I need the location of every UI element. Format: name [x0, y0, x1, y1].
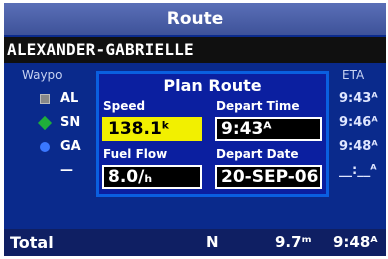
window-title: Route [4, 3, 386, 35]
fuel-flow-label: Fuel Flow [103, 147, 168, 161]
speed-label: Speed [103, 99, 146, 113]
route-name[interactable]: ALEXANDER-GABRIELLE [4, 37, 386, 63]
depart-time-field[interactable]: 9:43ᴬ [215, 117, 322, 141]
waypoint-eta: 9:43ᴬ [339, 91, 378, 106]
depart-date-label: Depart Date [216, 147, 299, 161]
waypoint-name: GA [60, 139, 81, 154]
waypoint-circle-icon [40, 142, 50, 152]
total-label: Total [10, 233, 54, 252]
column-header-waypoint: Waypo [22, 68, 63, 82]
fuel-flow-field[interactable]: 8.0/ₕ [102, 165, 202, 189]
total-eta: 9:48ᴬ [333, 233, 378, 251]
waypoint-name: SN [60, 115, 81, 130]
plan-route-dialog: Plan Route Speed 138.1ᵏ Depart Time 9:43… [96, 71, 329, 197]
total-row: Total N 9.7ᵐ 9:48ᴬ [4, 229, 386, 256]
plan-route-title: Plan Route [163, 76, 262, 95]
total-distance: 9.7ᵐ [275, 233, 312, 251]
column-header-eta: ETA [342, 68, 365, 82]
route-screen: Route ALEXANDER-GABRIELLE Waypo ETA AL 9… [4, 3, 386, 256]
empty-waypoint-eta: __:__ᴬ [339, 163, 377, 178]
empty-waypoint-name: — [60, 163, 73, 178]
waypoint-diamond-icon [37, 115, 53, 131]
waypoint-name: AL [60, 91, 79, 106]
depart-date-field[interactable]: 20-SEP-06 [215, 165, 322, 189]
depart-time-label: Depart Time [216, 99, 300, 113]
waypoint-eta: 9:48ᴬ [339, 139, 378, 154]
waypoint-square-icon [40, 94, 50, 104]
waypoint-eta: 9:46ᴬ [339, 115, 378, 130]
speed-field[interactable]: 138.1ᵏ [102, 117, 202, 141]
total-direction: N [206, 233, 219, 251]
